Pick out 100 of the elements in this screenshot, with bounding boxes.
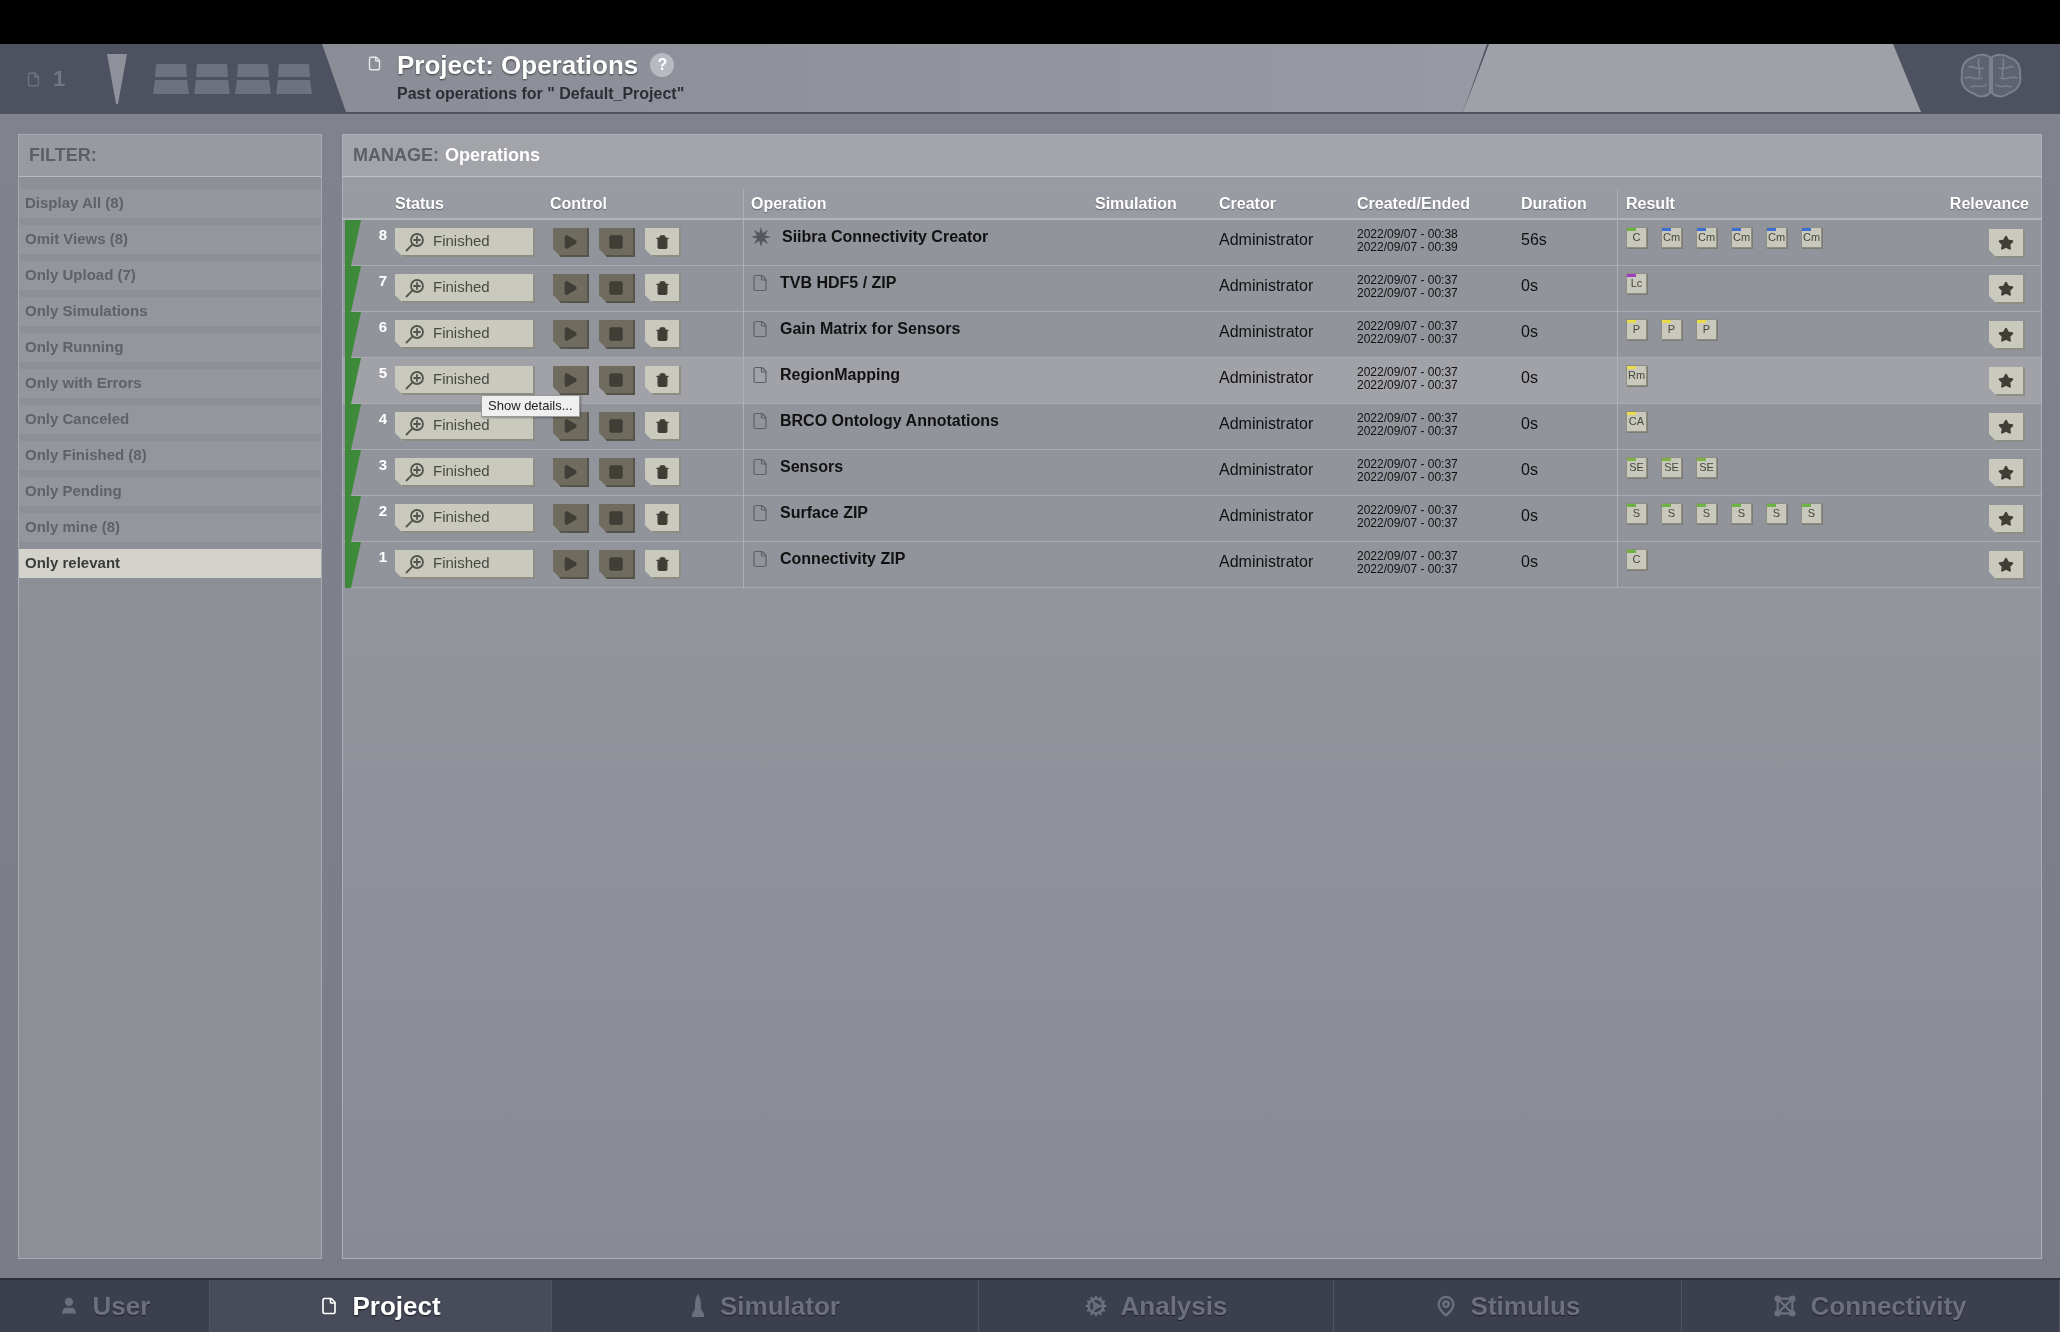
manage-label: MANAGE: bbox=[353, 144, 439, 167]
creator-name: Administrator bbox=[1219, 231, 1314, 248]
tile-icon[interactable] bbox=[194, 64, 231, 94]
datatype-button[interactable]: Rm bbox=[1626, 365, 1647, 386]
row-number: 1 bbox=[378, 548, 387, 567]
datatype-button[interactable]: Cm bbox=[1766, 227, 1787, 248]
datatype-button[interactable]: SE bbox=[1696, 457, 1717, 478]
nav-tab[interactable]: Project bbox=[210, 1280, 552, 1332]
star-icon bbox=[1998, 464, 2014, 481]
stop-icon bbox=[608, 417, 624, 434]
datatype-button[interactable]: S bbox=[1801, 503, 1822, 524]
tooltip: Show details... bbox=[481, 395, 580, 417]
row-number: 3 bbox=[378, 456, 387, 475]
relevance-button[interactable] bbox=[1989, 459, 2025, 488]
duration: 56s bbox=[1521, 231, 1547, 248]
status-button[interactable]: Finished bbox=[395, 228, 535, 257]
delete-button[interactable] bbox=[645, 412, 681, 441]
datatype-button[interactable]: CA bbox=[1626, 411, 1647, 432]
relevance-button[interactable] bbox=[1989, 551, 2025, 580]
play-icon bbox=[562, 279, 578, 296]
datatype-button[interactable]: S bbox=[1696, 503, 1717, 524]
magnifier-plus-icon bbox=[405, 415, 425, 436]
ended-time: 2022/09/07 - 00:37 bbox=[1357, 517, 1459, 530]
magnifier-plus-icon bbox=[405, 369, 425, 390]
stop-button[interactable] bbox=[599, 458, 635, 487]
datatype-button[interactable]: S bbox=[1731, 503, 1752, 524]
magnifier-plus-icon bbox=[405, 507, 425, 528]
column-header: Created/Ended bbox=[1357, 193, 1470, 214]
status-button[interactable]: Finished bbox=[395, 320, 535, 349]
play-button[interactable] bbox=[553, 366, 589, 395]
datatype-button[interactable]: C bbox=[1626, 549, 1647, 570]
column-header: Relevance bbox=[1949, 193, 2029, 214]
status-button[interactable]: Finished bbox=[395, 550, 535, 579]
duration: 0s bbox=[1521, 507, 1538, 524]
trash-icon bbox=[654, 371, 670, 388]
status-button[interactable]: Finished bbox=[395, 412, 535, 441]
relevance-button[interactable] bbox=[1989, 505, 2025, 534]
datatype-button[interactable]: S bbox=[1766, 503, 1787, 524]
stop-button[interactable] bbox=[599, 320, 635, 349]
delete-button[interactable] bbox=[645, 366, 681, 395]
creator-name: Administrator bbox=[1219, 323, 1314, 340]
relevance-button[interactable] bbox=[1989, 367, 2025, 396]
column-header: Result bbox=[1626, 193, 1675, 214]
play-icon bbox=[562, 233, 578, 250]
datatype-button[interactable]: SE bbox=[1661, 457, 1682, 478]
datatype-button[interactable]: C bbox=[1626, 227, 1647, 248]
status-button[interactable]: Finished bbox=[395, 458, 535, 487]
datatype-button[interactable]: S bbox=[1626, 503, 1647, 524]
datatype-button[interactable]: S bbox=[1661, 503, 1682, 524]
datatype-button[interactable]: Cm bbox=[1731, 227, 1752, 248]
stop-button[interactable] bbox=[599, 550, 635, 579]
stop-button[interactable] bbox=[599, 274, 635, 303]
magnifier-plus-icon bbox=[405, 461, 425, 482]
ended-time: 2022/09/07 - 00:37 bbox=[1357, 425, 1459, 438]
duration: 0s bbox=[1521, 277, 1538, 294]
datatype-button[interactable]: Cm bbox=[1661, 227, 1682, 248]
datatype-button[interactable]: P bbox=[1626, 319, 1647, 340]
relevance-button[interactable] bbox=[1989, 229, 2025, 258]
filter-item[interactable]: Only relevant bbox=[19, 549, 321, 578]
delete-button[interactable] bbox=[645, 458, 681, 487]
star-icon bbox=[1998, 556, 2014, 573]
delete-button[interactable] bbox=[645, 320, 681, 349]
stop-button[interactable] bbox=[599, 412, 635, 441]
delete-button[interactable] bbox=[645, 274, 681, 303]
stop-button[interactable] bbox=[599, 366, 635, 395]
relevance-button[interactable] bbox=[1989, 275, 2025, 304]
datatype-button[interactable]: P bbox=[1696, 319, 1717, 340]
stop-button[interactable] bbox=[599, 228, 635, 257]
magnifier-plus-icon bbox=[405, 231, 425, 252]
datatype-button[interactable]: Cm bbox=[1696, 227, 1717, 248]
datatype-button[interactable]: SE bbox=[1626, 457, 1647, 478]
duration: 0s bbox=[1521, 415, 1538, 432]
relevance-button[interactable] bbox=[1989, 321, 2025, 350]
document-icon bbox=[367, 54, 382, 73]
row-number: 5 bbox=[378, 364, 387, 383]
operation-name: Gain Matrix for Sensors bbox=[780, 319, 961, 339]
datatype-button[interactable]: Lc bbox=[1626, 273, 1647, 294]
status-button[interactable]: Finished bbox=[395, 366, 535, 395]
delete-button[interactable] bbox=[645, 504, 681, 533]
tile-icon[interactable] bbox=[153, 64, 190, 94]
status-button[interactable]: Finished bbox=[395, 274, 535, 303]
trash-icon bbox=[654, 555, 670, 572]
delete-button[interactable] bbox=[645, 228, 681, 257]
stop-icon bbox=[608, 371, 624, 388]
duration: 0s bbox=[1521, 461, 1538, 478]
created-time: 2022/09/07 - 00:37 bbox=[1357, 274, 1459, 287]
delete-button[interactable] bbox=[645, 550, 681, 579]
column-header: Control bbox=[550, 193, 607, 214]
stop-button[interactable] bbox=[599, 504, 635, 533]
datatype-button[interactable]: P bbox=[1661, 319, 1682, 340]
tile-icon[interactable] bbox=[235, 64, 272, 94]
operation-name: Connectivity ZIP bbox=[780, 549, 906, 569]
created-time: 2022/09/07 - 00:37 bbox=[1357, 320, 1459, 333]
tile-icon[interactable] bbox=[276, 64, 313, 94]
status-button[interactable]: Finished bbox=[395, 504, 535, 533]
row-number: 7 bbox=[378, 272, 387, 291]
relevance-button[interactable] bbox=[1989, 413, 2025, 442]
created-time: 2022/09/07 - 00:37 bbox=[1357, 366, 1459, 379]
magnifier-plus-icon bbox=[405, 277, 425, 298]
datatype-button[interactable]: Cm bbox=[1801, 227, 1822, 248]
